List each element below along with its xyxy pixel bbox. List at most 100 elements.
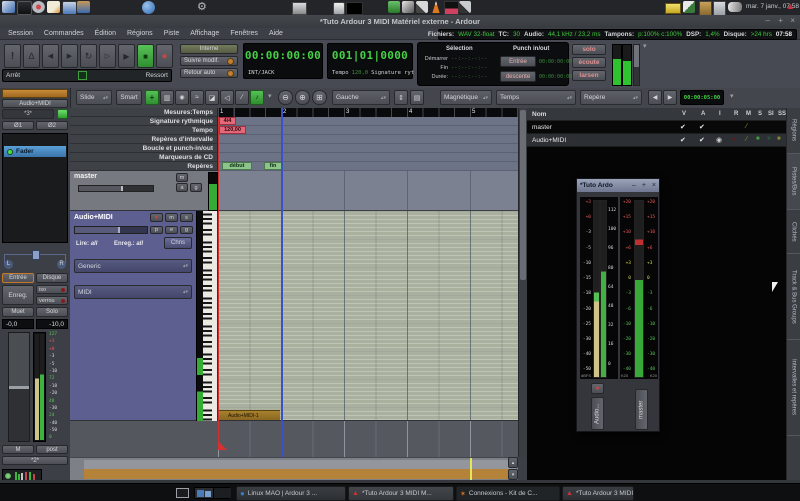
meter-point-button[interactable]: post [36,445,68,454]
marker-start[interactable]: début [222,162,252,170]
ruler-ranges-row[interactable] [218,135,518,144]
master-automation-button[interactable]: a [176,183,188,192]
menu-commandes[interactable]: Commandes [44,30,84,37]
notification-triangle-icon[interactable]: ▲ [786,1,795,11]
route-col-i[interactable]: I [719,111,721,117]
midi-track-content[interactable]: Audio+MIDI-1 [218,211,518,421]
black-display-icon[interactable] [346,2,363,15]
monitor-disk-button[interactable]: Disque [36,273,68,283]
secondary-clock[interactable]: 001|01|0000 Tempo 120,0 Signature ryt [327,43,413,79]
file-manager-icon[interactable] [77,1,90,13]
mute-button[interactable]: Muet [2,307,34,317]
taskbar-item-ardour2[interactable]: ▲ *Tuto Ardour 3 MIDI M... [562,486,634,501]
ruler-loop-punch-row[interactable] [218,144,518,153]
panner[interactable]: L R [2,246,68,272]
route-col-name[interactable]: Nom [532,111,546,118]
window-app-icon[interactable] [292,2,307,15]
tool-edit-button[interactable]: ◪ [205,90,219,105]
close-button[interactable]: × [790,16,795,25]
master-track-content[interactable] [218,171,518,211]
processor-fader-entry[interactable]: Fader [4,146,66,157]
draw-pen-icon[interactable] [683,1,695,13]
record-button[interactable]: ● [156,44,173,68]
maximize-button[interactable]: + [778,16,783,25]
piano-keyboard[interactable] [203,211,218,421]
master-track-name[interactable]: master [74,173,97,180]
midi-track-name[interactable]: Audio+MIDI [74,214,113,221]
record-enable-button[interactable]: Enreg. [2,285,34,305]
taskbar-item-connections[interactable]: ✶ Connexions - Kit de C... [456,486,560,501]
route-midi-visible-check[interactable]: ✔ [680,136,686,144]
master-track-header[interactable]: master m a g [70,171,218,211]
processor-led[interactable] [7,149,13,155]
strip-name-button[interactable]: Audio+MIDI [2,99,68,108]
route-row-midi[interactable]: Audio+MIDI ✔ ✔ ◉ ● ∕ ■ ■ ■ [527,134,786,147]
midi-rec-button[interactable]: ● [150,213,163,222]
midi-mute-button[interactable]: m [165,213,178,222]
lightning-icon[interactable] [402,1,414,13]
taskbar-item-ardour[interactable]: ▲ *Tuto Ardour 3 MIDI M... [348,486,454,501]
tab-ranges-marks[interactable]: Intervalles et repères [787,340,800,436]
tool-stretch-button[interactable]: ≈ [190,90,204,105]
route-col-m[interactable]: M [746,111,751,117]
minimize-button[interactable]: – [766,16,770,25]
recycle-bin-icon[interactable] [388,1,400,13]
master-group-button[interactable]: g [190,183,202,192]
summary-strip[interactable] [70,457,518,480]
ruler-label-minsec[interactable]: Mesures:Temps [70,108,218,117]
fit-tracks-button[interactable]: ▤ [410,90,424,105]
tool-audition-button[interactable]: ◁ [220,90,234,105]
menu-affichage[interactable]: Affichage [190,30,219,37]
route-col-s[interactable]: S [758,111,762,117]
meter-window-close[interactable]: × [652,182,656,189]
go-end-button[interactable]: ▶ [61,44,78,68]
mail-icon[interactable] [665,3,681,14]
processor-box[interactable]: Fader [2,133,68,243]
route-col-si[interactable]: SI [768,111,774,117]
primary-clock[interactable]: 00:00:00:00 INT/JACK [243,43,323,79]
pen-icon[interactable] [459,1,471,13]
ruler-bars-row[interactable]: 1 2 3 4 5 [218,108,518,117]
feedback-indicator-button[interactable]: larsen [572,70,606,81]
meterbridge-audiomidi-name-button[interactable]: Audio... [591,397,604,430]
clipboard2-icon[interactable] [713,1,726,16]
workspace-pager[interactable] [194,487,230,499]
menu-aide[interactable]: Aide [269,30,283,37]
menu-edition[interactable]: Édition [95,30,116,37]
midi-region-name-bar[interactable]: Audio+MIDI-1 [218,410,280,420]
metronome-button[interactable]: ∆ [23,44,40,68]
route-midi-active-check[interactable]: ✔ [699,136,705,144]
tool-grab-button[interactable]: + [145,90,159,105]
session-start-triangle[interactable] [218,441,227,450]
expand-tracks-button[interactable]: ⇕ [394,90,408,105]
midi-edit-button[interactable]: e [165,226,178,234]
route-master-name[interactable]: master [532,124,552,131]
meter-window-maximize[interactable]: + [642,182,646,189]
nudge-clock[interactable]: 00:00:05:00 [680,90,724,105]
tab-groups[interactable]: Track & Bus Groups [787,254,800,340]
ruler-label-loop-punch[interactable]: Boucle et punch-in/out [70,144,218,153]
solo-indicator-button[interactable]: solo [572,44,606,55]
menu-fenetres[interactable]: Fenêtres [230,30,258,37]
monitor-input-button[interactable]: Entrée [2,273,34,283]
menu-session[interactable]: Session [8,30,33,37]
show-desktop-button[interactable] [176,488,189,498]
summary-scroll-down-button[interactable]: ▾ [508,469,518,480]
text-editor-icon[interactable] [47,1,60,13]
audition-indicator-button[interactable]: écoute [572,57,606,68]
solo-iso-button[interactable]: iso [36,285,68,294]
auto-return-button[interactable]: Retour auto [180,68,238,78]
follow-edits-button[interactable]: Suivre modif. [180,56,238,66]
route-row-master[interactable]: master ✔ ✔ ∕ [527,121,786,134]
summary-scroll-up-button[interactable]: ▴ [508,457,518,468]
meter-window-titlebar[interactable]: *Tuto Ardo – + × [577,179,659,192]
midnam-mode-dropdown[interactable]: MIDI▴▾ [74,285,192,299]
ruler-label-meter[interactable]: Signature rythmique [70,117,218,126]
meter-scrollbar[interactable] [633,44,640,86]
midi-panic-button[interactable]: ! [4,44,21,68]
menu-piste[interactable]: Piste [164,30,180,37]
gain-display[interactable]: -0,0 [2,319,34,329]
master-mute-button[interactable]: m [176,173,188,182]
tool-internal-edit-button[interactable]: ♪ [250,90,264,105]
toolbar-chevron-icon[interactable]: ▾ [730,92,734,100]
